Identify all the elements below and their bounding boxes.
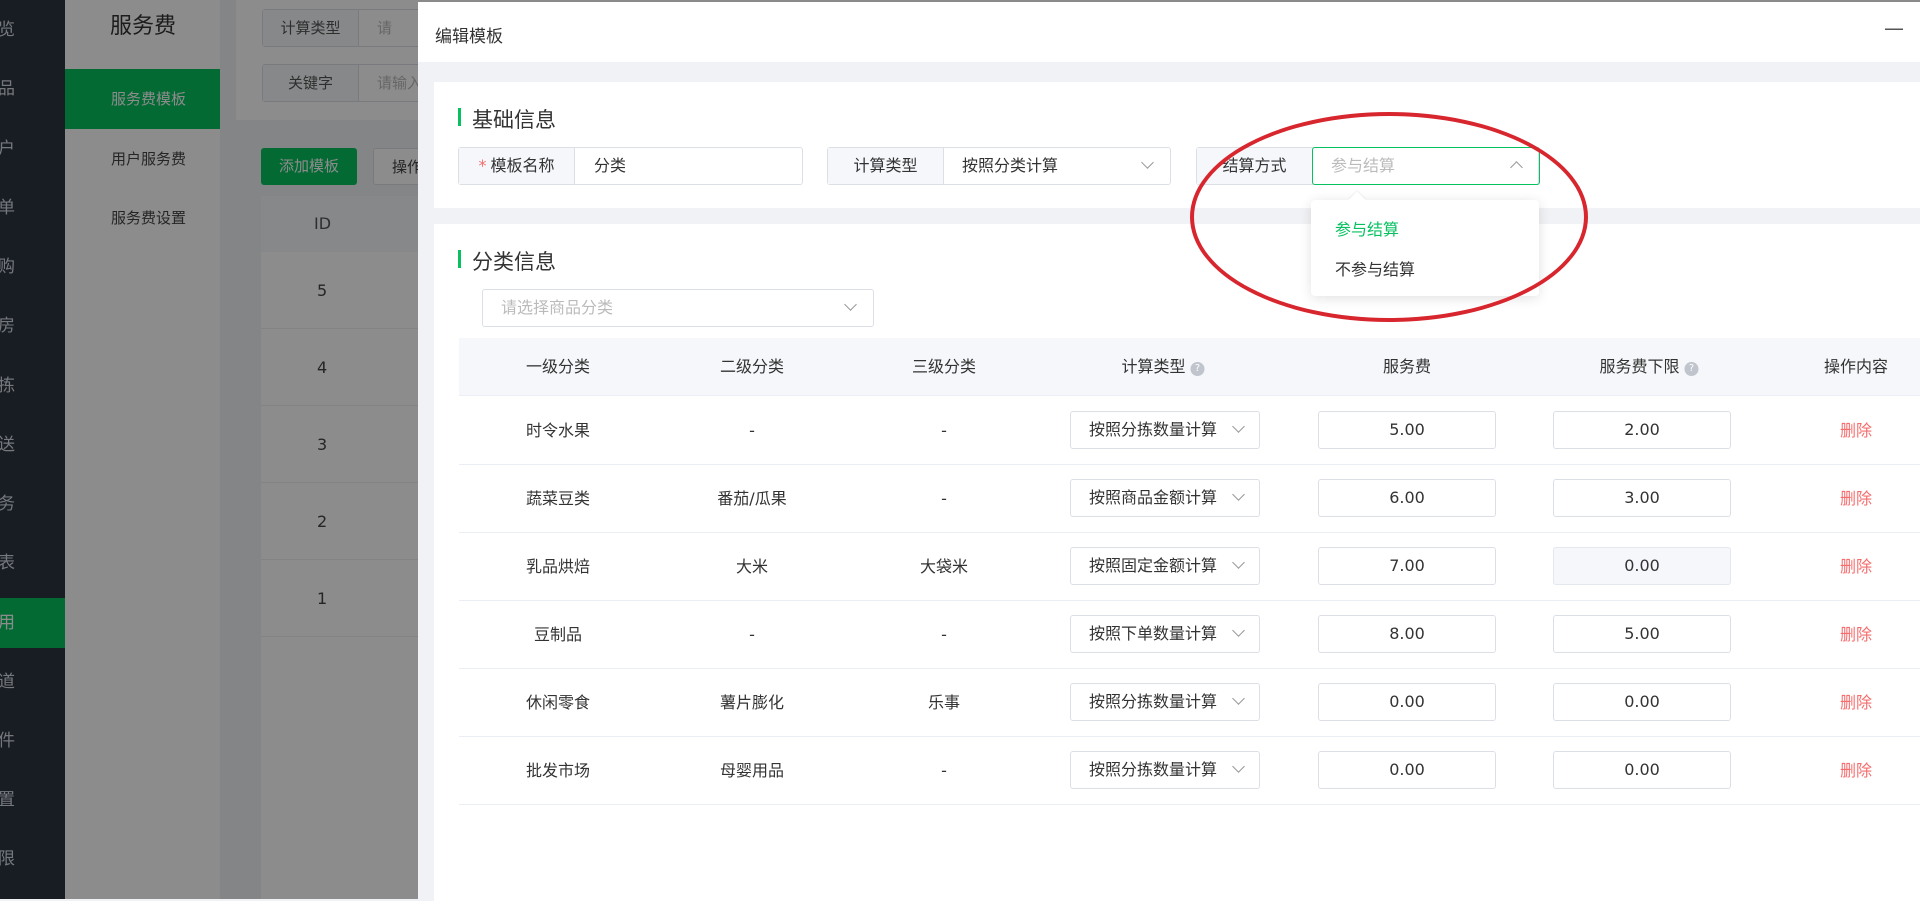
delete-link[interactable]: 删除 <box>1840 533 1872 601</box>
cell-level1: 休闲零食 <box>525 693 591 712</box>
category-table-header: 一级分类 二级分类 三级分类 计算类型? 服务费 服务费下限? 操作内容 <box>459 338 1920 396</box>
minimize-icon[interactable]: — <box>1884 16 1904 40</box>
cell-level2: - <box>749 625 755 644</box>
table-row: 时令水果 - - 按照分拣数量计算 5.00 2.00 删除 <box>459 397 1920 465</box>
cell-level3: 乐事 <box>927 693 961 712</box>
table-row: 休闲零食 薯片膨化 乐事 按照分拣数量计算 0.00 0.00 删除 <box>459 669 1920 737</box>
modal-overlay[interactable] <box>0 0 418 899</box>
delete-link[interactable]: 删除 <box>1840 737 1872 805</box>
fee-input[interactable]: 5.00 <box>1318 411 1496 449</box>
chevron-down-icon <box>844 298 857 311</box>
chevron-down-icon <box>1232 624 1245 637</box>
cell-level3: - <box>941 625 947 644</box>
calc-type-cell-select[interactable]: 按照分拣数量计算 <box>1070 411 1260 449</box>
category-table: 一级分类 二级分类 三级分类 计算类型? 服务费 服务费下限? 操作内容 时令水… <box>459 338 1920 899</box>
col-calc-type: 计算类型? <box>1121 338 1205 396</box>
category-select[interactable]: 请选择商品分类 <box>482 289 874 327</box>
delete-link[interactable]: 删除 <box>1840 397 1872 465</box>
fee-min-input[interactable]: 0.00 <box>1553 751 1731 789</box>
modal-title: 编辑模板 <box>435 27 503 47</box>
col-level1: 一级分类 <box>525 357 591 376</box>
calc-type-select[interactable]: 计算类型 按照分类计算 <box>827 147 1171 185</box>
chevron-down-icon <box>1232 420 1245 433</box>
cell-level3: - <box>941 421 947 440</box>
cell-level3: - <box>941 761 947 780</box>
calc-type-cell-select[interactable]: 按照分拣数量计算 <box>1070 683 1260 721</box>
cell-level1: 乳品烘焙 <box>525 557 591 576</box>
help-icon[interactable]: ? <box>1190 362 1205 376</box>
chevron-down-icon <box>1141 156 1154 169</box>
help-icon[interactable]: ? <box>1684 362 1699 376</box>
delete-link[interactable]: 删除 <box>1840 601 1872 669</box>
table-row: 蔬菜豆类 番茄/瓜果 - 按照商品金额计算 6.00 3.00 删除 <box>459 465 1920 533</box>
col-fee-min: 服务费下限? <box>1599 338 1699 396</box>
template-name-value: 分类 <box>594 156 627 175</box>
fee-min-input[interactable]: 2.00 <box>1553 411 1731 449</box>
template-name-field[interactable]: * 模板名称 分类 <box>458 147 803 185</box>
fee-min-input[interactable]: 5.00 <box>1553 615 1731 653</box>
fee-min-input[interactable]: 0.00 <box>1553 683 1731 721</box>
cell-level1: 批发市场 <box>525 761 591 780</box>
fee-input[interactable]: 6.00 <box>1318 479 1496 517</box>
chevron-down-icon <box>1232 760 1245 773</box>
calc-type-value: 按照分类计算 <box>962 156 1059 175</box>
cell-level1: 蔬菜豆类 <box>525 489 591 508</box>
cell-level2: - <box>749 421 755 440</box>
col-level3: 三级分类 <box>911 357 977 376</box>
cell-level2: 薯片膨化 <box>719 693 785 712</box>
delete-link[interactable]: 删除 <box>1840 669 1872 737</box>
calc-type-cell-select[interactable]: 按照商品金额计算 <box>1070 479 1260 517</box>
fee-min-input[interactable]: 3.00 <box>1553 479 1731 517</box>
fee-input[interactable]: 0.00 <box>1318 683 1496 721</box>
cell-level2: 番茄/瓜果 <box>717 489 787 508</box>
annotation-ellipse <box>1190 112 1588 322</box>
category-select-placeholder: 请选择商品分类 <box>501 298 614 317</box>
fee-input[interactable]: 7.00 <box>1318 547 1496 585</box>
delete-link[interactable]: 删除 <box>1840 465 1872 533</box>
cell-level1: 时令水果 <box>525 421 591 440</box>
fee-input[interactable]: 8.00 <box>1318 615 1496 653</box>
table-row: 乳品烘焙 大米 大袋米 按照固定金额计算 7.00 0.00 删除 <box>459 533 1920 601</box>
fee-min-input: 0.00 <box>1553 547 1731 585</box>
fee-input[interactable]: 0.00 <box>1318 751 1496 789</box>
col-level2: 二级分类 <box>719 357 785 376</box>
col-actions: 操作内容 <box>1823 357 1889 376</box>
modal-header: 编辑模板 — <box>418 2 1920 62</box>
basic-info-title: 基础信息 <box>458 104 556 134</box>
cell-level2: 母婴用品 <box>719 761 785 780</box>
table-row: 批发市场 母婴用品 - 按照分拣数量计算 0.00 0.00 删除 <box>459 737 1920 805</box>
chevron-down-icon <box>1232 556 1245 569</box>
cell-level3: 大袋米 <box>919 557 969 576</box>
col-fee: 服务费 <box>1382 357 1432 376</box>
table-row: 豆制品 - - 按照下单数量计算 8.00 5.00 删除 <box>459 601 1920 669</box>
calc-type-cell-select[interactable]: 按照固定金额计算 <box>1070 547 1260 585</box>
category-info-title: 分类信息 <box>458 246 556 276</box>
calc-type-cell-select[interactable]: 按照分拣数量计算 <box>1070 751 1260 789</box>
cell-level2: 大米 <box>735 557 769 576</box>
cell-level1: 豆制品 <box>533 625 583 644</box>
basic-info-section: 基础信息 <box>434 82 1920 208</box>
calc-type-cell-select[interactable]: 按照下单数量计算 <box>1070 615 1260 653</box>
cell-level3: - <box>941 489 947 508</box>
chevron-down-icon <box>1232 488 1245 501</box>
chevron-down-icon <box>1232 692 1245 705</box>
